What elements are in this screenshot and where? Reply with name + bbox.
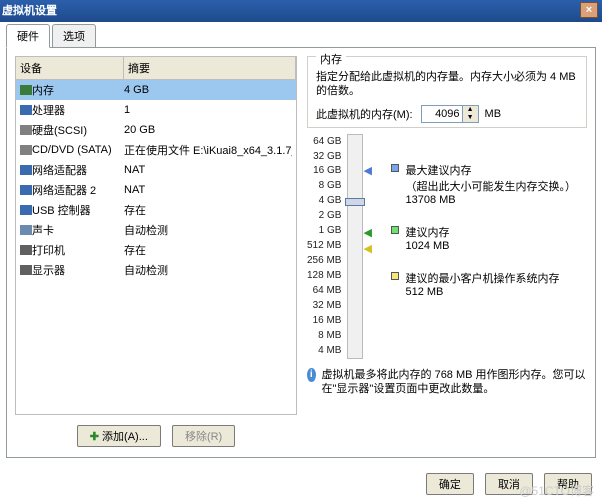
memory-slider[interactable] <box>347 134 363 359</box>
spinner-down-icon[interactable]: ▼ <box>463 114 478 122</box>
info-icon: i <box>307 368 316 382</box>
memory-ticks: 64 GB 32 GB 16 GB 8 GB 4 GB 2 GB 1 GB 51… <box>307 134 347 356</box>
table-row[interactable]: 硬盘(SCSI)20 GB <box>16 120 296 140</box>
device-icon <box>20 145 32 155</box>
remove-button: 移除(R) <box>172 425 235 447</box>
device-icon <box>20 245 32 255</box>
device-icon <box>20 85 32 95</box>
legend-max-val: 13708 MB <box>405 194 576 206</box>
watermark: @51CTO博客 <box>519 482 594 499</box>
close-button[interactable]: × <box>580 2 598 18</box>
memory-label: 此虚拟机的内存(M): <box>316 106 413 122</box>
tick-label: 16 MB <box>307 315 341 326</box>
device-icon <box>20 165 32 175</box>
tick-label: 8 MB <box>307 330 341 341</box>
legend-min-label: 建议的最小客户机操作系统内存 <box>405 270 559 286</box>
hardware-list: 设备 摘要 内存4 GB 处理器1 硬盘(SCSI)20 GB CD/DVD (… <box>15 56 297 449</box>
memory-desc: 指定分配给此虚拟机的内存量。内存大小必须为 4 MB 的倍数。 <box>316 70 578 99</box>
legend-max-square-icon <box>391 164 399 172</box>
legend-min-val: 512 MB <box>405 286 559 298</box>
device-icon <box>20 105 32 115</box>
marker-min-icon: ◀ <box>363 244 371 255</box>
tick-label: 16 GB <box>307 165 341 176</box>
table-row[interactable]: 内存4 GB <box>16 80 296 100</box>
tick-label: 4 MB <box>307 345 341 356</box>
window-titlebar: 虚拟机设置 × <box>0 0 602 22</box>
tick-label: 2 GB <box>307 210 341 221</box>
memory-slider-thumb[interactable] <box>345 198 365 206</box>
device-icon <box>20 225 32 235</box>
memory-spinner[interactable]: ▲▼ <box>421 105 479 123</box>
col-summary: 摘要 <box>124 57 296 79</box>
marker-rec-icon: ◀ <box>363 228 371 239</box>
tick-label: 256 MB <box>307 255 341 266</box>
table-row[interactable]: USB 控制器存在 <box>16 200 296 220</box>
table-row[interactable]: 打印机存在 <box>16 240 296 260</box>
table-row[interactable]: 网络适配器 2NAT <box>16 180 296 200</box>
table-row[interactable]: 声卡自动检测 <box>16 220 296 240</box>
legend-rec-square-icon <box>391 226 399 234</box>
tabs: 硬件 选项 <box>6 26 596 48</box>
tick-label: 4 GB <box>307 195 341 206</box>
add-button[interactable]: ✚ 添加(A)... <box>77 425 161 447</box>
memory-unit: MB <box>485 108 502 120</box>
tick-label: 128 MB <box>307 270 341 281</box>
memory-input[interactable] <box>422 108 462 120</box>
tick-label: 8 GB <box>307 180 341 191</box>
memory-section-title: 内存 <box>316 51 346 67</box>
legend-max-label: 最大建议内存 <box>405 162 576 178</box>
tab-options[interactable]: 选项 <box>52 24 96 48</box>
memory-hint: i 虚拟机最多将此内存的 768 MB 用作图形内存。您可以在"显示器"设置页面… <box>307 368 587 397</box>
table-row[interactable]: 显示器自动检测 <box>16 260 296 280</box>
tick-label: 32 MB <box>307 300 341 311</box>
marker-max-icon: ◀ <box>363 166 371 177</box>
tick-label: 512 MB <box>307 240 341 251</box>
device-icon <box>20 265 32 275</box>
ok-button[interactable]: 确定 <box>426 473 474 495</box>
legend-max-note: （超出此大小可能发生内存交换。） <box>405 178 576 194</box>
device-icon <box>20 185 32 195</box>
legend-rec-val: 1024 MB <box>405 240 449 252</box>
window-title: 虚拟机设置 <box>2 5 57 17</box>
table-row[interactable]: 处理器1 <box>16 100 296 120</box>
table-row[interactable]: CD/DVD (SATA)正在使用文件 E:\iKuai8_x64_3.1.7_… <box>16 140 296 160</box>
tab-hardware[interactable]: 硬件 <box>6 24 50 48</box>
legend-min-square-icon <box>391 272 399 280</box>
device-icon <box>20 125 32 135</box>
col-device: 设备 <box>16 57 124 79</box>
table-row[interactable]: 网络适配器NAT <box>16 160 296 180</box>
tick-label: 1 GB <box>307 225 341 236</box>
spinner-up-icon[interactable]: ▲ <box>463 106 478 114</box>
tick-label: 64 GB <box>307 136 341 147</box>
tick-label: 32 GB <box>307 151 341 162</box>
legend-rec-label: 建议内存 <box>405 224 449 240</box>
device-icon <box>20 205 32 215</box>
tick-label: 64 MB <box>307 285 341 296</box>
content-area: 设备 摘要 内存4 GB 处理器1 硬盘(SCSI)20 GB CD/DVD (… <box>6 48 596 458</box>
memory-markers: ◀ ◀ ◀ <box>363 134 383 356</box>
memory-panel: 内存 指定分配给此虚拟机的内存量。内存大小必须为 4 MB 的倍数。 此虚拟机的… <box>307 56 587 449</box>
hardware-list-body[interactable]: 内存4 GB 处理器1 硬盘(SCSI)20 GB CD/DVD (SATA)正… <box>15 80 297 415</box>
